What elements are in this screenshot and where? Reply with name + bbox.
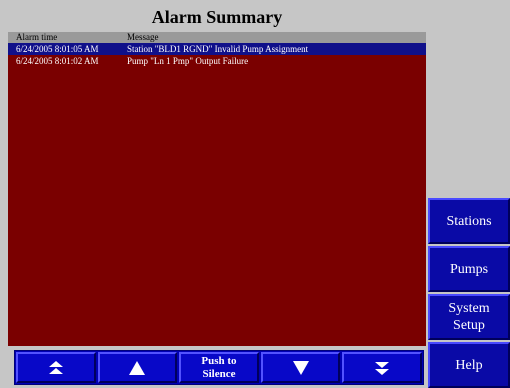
- alarm-list-header: Alarm time Message: [8, 32, 426, 43]
- down-arrow-icon: [292, 360, 310, 376]
- up-arrow-icon: [128, 360, 146, 376]
- page-down-button[interactable]: [342, 352, 422, 383]
- alarm-list[interactable]: Alarm time Message 6/24/2005 8:01:05 AM …: [8, 32, 426, 346]
- alarm-row[interactable]: 6/24/2005 8:01:02 AM Pump "Ln 1 Pmp" Out…: [8, 55, 426, 67]
- column-header-message: Message: [127, 32, 159, 42]
- help-button[interactable]: Help: [428, 342, 510, 388]
- bottom-nav: Push to Silence: [14, 350, 424, 385]
- double-up-arrow-icon: [48, 360, 64, 376]
- alarm-time: 6/24/2005 8:01:05 AM: [16, 44, 99, 54]
- page-up-button[interactable]: [16, 352, 96, 383]
- push-to-silence-label: Push to Silence: [201, 354, 237, 380]
- scroll-up-button[interactable]: [97, 352, 178, 383]
- push-to-silence-button[interactable]: Push to Silence: [179, 352, 259, 383]
- scroll-down-button[interactable]: [260, 352, 341, 383]
- system-setup-button[interactable]: System Setup: [428, 294, 510, 340]
- side-menu: Stations Pumps System Setup Help: [428, 198, 510, 388]
- alarm-message: Station "BLD1 RGND" Invalid Pump Assignm…: [127, 44, 309, 54]
- column-header-alarm-time: Alarm time: [16, 32, 58, 42]
- double-down-arrow-icon: [374, 360, 390, 376]
- page-title: Alarm Summary: [151, 7, 283, 27]
- alarm-row[interactable]: 6/24/2005 8:01:05 AM Station "BLD1 RGND"…: [8, 43, 426, 55]
- stations-button[interactable]: Stations: [428, 198, 510, 244]
- alarm-message: Pump "Ln 1 Pmp" Output Failure: [127, 56, 249, 66]
- alarm-time: 6/24/2005 8:01:02 AM: [16, 56, 99, 66]
- pumps-button[interactable]: Pumps: [428, 246, 510, 292]
